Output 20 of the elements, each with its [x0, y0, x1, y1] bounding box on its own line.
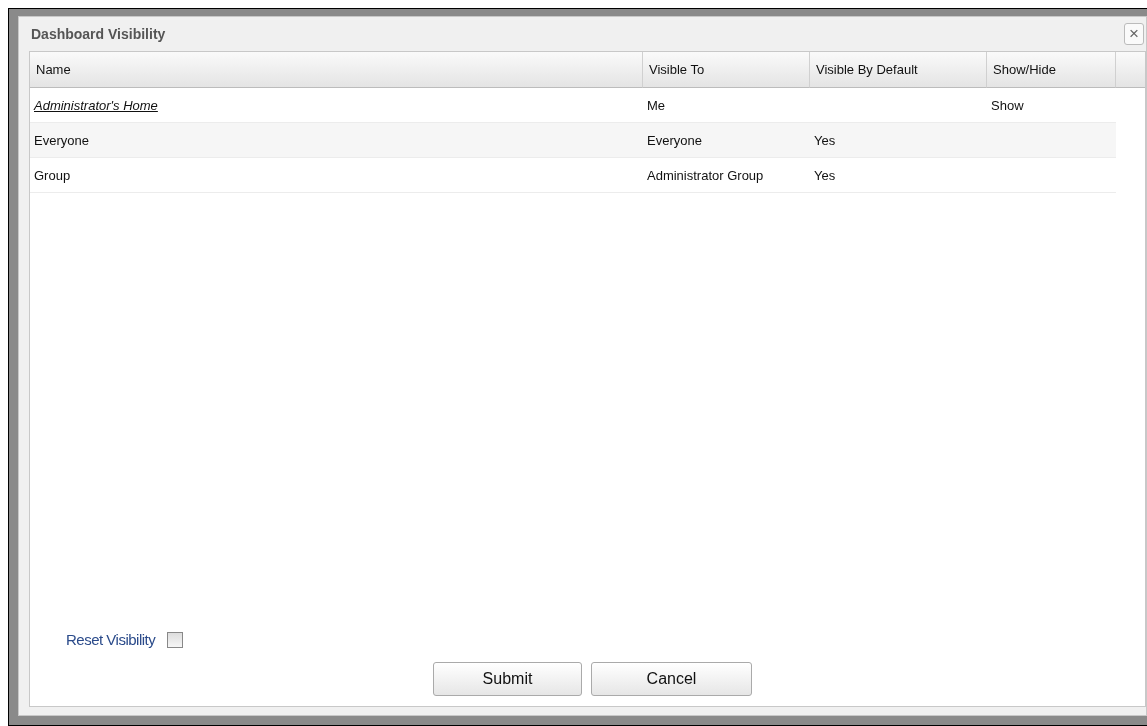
table-row[interactable]: Everyone Everyone Yes — [30, 123, 1116, 158]
submit-button[interactable]: Submit — [433, 662, 582, 696]
column-header[interactable]: Visible To — [643, 52, 810, 88]
dashboard-link[interactable]: Administrator's Home — [34, 97, 158, 113]
column-header[interactable]: Visible By Default — [810, 52, 987, 88]
table-cell: Yes — [814, 132, 836, 148]
table-cell: Everyone — [647, 132, 702, 148]
column-header[interactable]: Name — [30, 52, 643, 88]
reset-checkbox[interactable] — [167, 631, 184, 648]
table-cell: Show — [991, 97, 1024, 113]
dialog-title: Dashboard Visibility — [31, 26, 166, 42]
table-cell: Administrator Group — [647, 167, 764, 183]
cancel-button[interactable]: Cancel — [591, 662, 752, 696]
table-cell: Yes — [814, 167, 836, 183]
table-cell: Group — [34, 167, 71, 183]
close-button[interactable]: × — [1124, 23, 1144, 45]
table-cell: Everyone — [34, 132, 89, 148]
column-header[interactable]: Show/Hide — [987, 52, 1116, 88]
table-cell: Me — [647, 97, 666, 113]
reset-visibility-label: Reset Visibility — [66, 631, 156, 648]
